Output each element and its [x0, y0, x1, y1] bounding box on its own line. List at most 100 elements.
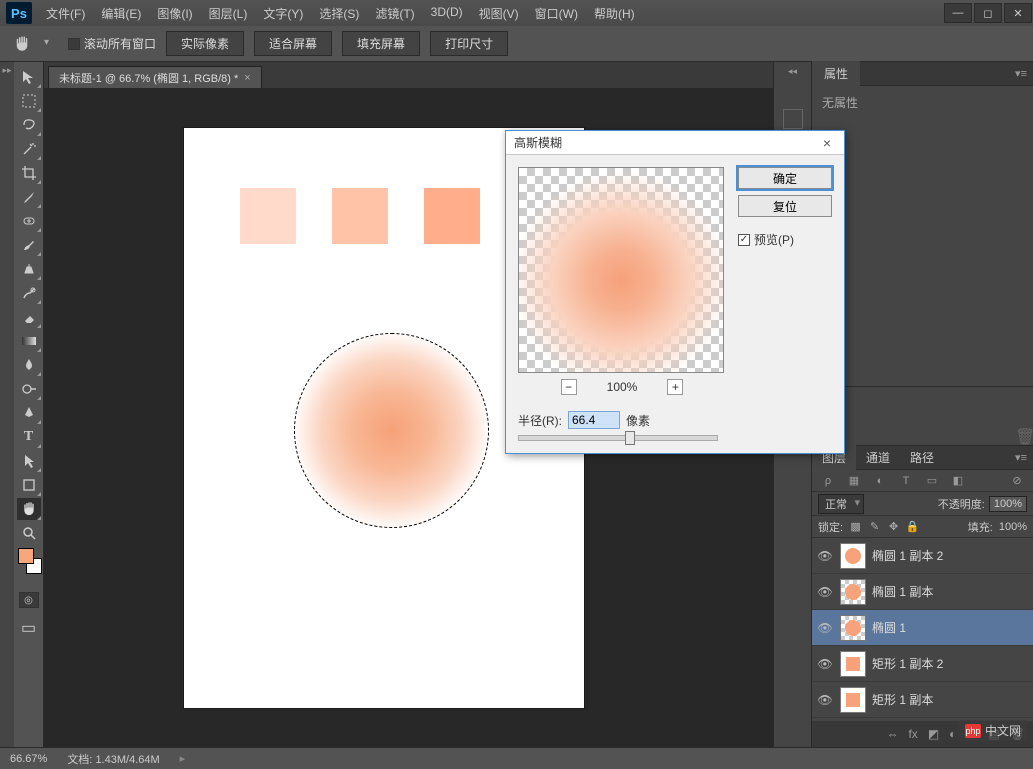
- layer-thumbnail[interactable]: [840, 579, 866, 605]
- scroll-all-windows-checkbox[interactable]: 滚动所有窗口: [68, 35, 156, 52]
- window-close[interactable]: ✕: [1004, 3, 1032, 23]
- slider-knob[interactable]: [625, 431, 635, 445]
- hand-tool-icon[interactable]: [10, 32, 34, 56]
- layer-thumbnail[interactable]: [840, 651, 866, 677]
- filter-adjust-icon[interactable]: ◐: [872, 475, 888, 487]
- ok-button[interactable]: 确定: [738, 167, 832, 189]
- layers-panel-menu-icon[interactable]: ▾≡: [1009, 447, 1033, 468]
- fit-screen-button[interactable]: 适合屏幕: [254, 31, 332, 56]
- mask-icon[interactable]: ◩: [928, 727, 939, 741]
- layer-name[interactable]: 椭圆 1 副本: [872, 583, 933, 600]
- zoom-tool[interactable]: [17, 522, 41, 544]
- layer-thumbnail[interactable]: [840, 543, 866, 569]
- layer-name[interactable]: 矩形 1 副本 2: [872, 655, 943, 672]
- menu-help[interactable]: 帮助(H): [586, 0, 643, 27]
- dialog-titlebar[interactable]: 高斯模糊 ×: [506, 131, 844, 155]
- dodge-tool[interactable]: [17, 378, 41, 400]
- foreground-color[interactable]: [18, 548, 34, 564]
- filter-type-icon[interactable]: T: [898, 475, 914, 487]
- toolbox-expand-icon[interactable]: ▸▸: [2, 65, 11, 77]
- lock-pixels-icon[interactable]: ✎: [868, 520, 881, 533]
- tool-preset-dropdown[interactable]: ▾: [44, 37, 58, 51]
- zoom-in-button[interactable]: +: [667, 379, 683, 395]
- menu-3d[interactable]: 3D(D): [423, 0, 471, 27]
- radius-input[interactable]: [568, 411, 620, 429]
- radius-slider[interactable]: [518, 435, 718, 441]
- filter-shape-icon[interactable]: ▭: [924, 474, 940, 487]
- menu-type[interactable]: 文字(Y): [255, 0, 311, 27]
- quick-mask-toggle[interactable]: ◎: [19, 592, 39, 608]
- status-menu-icon[interactable]: ▸: [180, 752, 186, 765]
- menu-image[interactable]: 图像(I): [149, 0, 200, 27]
- menu-layer[interactable]: 图层(L): [201, 0, 256, 27]
- layer-row[interactable]: 👁 椭圆 1 副本 2: [812, 538, 1033, 574]
- filter-kind-dropdown[interactable]: ρ: [820, 475, 836, 487]
- properties-panel-menu-icon[interactable]: ▾≡: [1009, 63, 1033, 84]
- gaussian-blur-dialog[interactable]: 高斯模糊 × − 100% + 半径(R): 像素 确定 复位: [505, 130, 845, 454]
- color-swatches[interactable]: [16, 552, 42, 578]
- print-size-button[interactable]: 打印尺寸: [430, 31, 508, 56]
- actual-pixels-button[interactable]: 实际像素: [166, 31, 244, 56]
- menu-window[interactable]: 窗口(W): [527, 0, 586, 27]
- tab-paths[interactable]: 路径: [900, 445, 944, 470]
- fx-icon[interactable]: fx: [908, 727, 917, 741]
- eraser-tool[interactable]: [17, 306, 41, 328]
- magic-wand-tool[interactable]: [17, 138, 41, 160]
- menu-edit[interactable]: 编辑(E): [93, 0, 149, 27]
- type-tool[interactable]: T: [17, 426, 41, 448]
- history-brush-tool[interactable]: [17, 282, 41, 304]
- menu-file[interactable]: 文件(F): [38, 0, 93, 27]
- layer-name[interactable]: 椭圆 1 副本 2: [872, 547, 943, 564]
- layer-row[interactable]: 👁 矩形 1 副本: [812, 682, 1033, 718]
- dialog-close-button[interactable]: ×: [818, 135, 836, 151]
- shape-tool[interactable]: [17, 474, 41, 496]
- visibility-toggle-icon[interactable]: 👁: [816, 585, 834, 599]
- clone-stamp-tool[interactable]: [17, 258, 41, 280]
- filter-smart-icon[interactable]: ◧: [950, 474, 966, 487]
- window-minimize[interactable]: —: [944, 3, 972, 23]
- layer-name[interactable]: 椭圆 1: [872, 619, 906, 636]
- eyedropper-tool[interactable]: [17, 186, 41, 208]
- menu-view[interactable]: 视图(V): [471, 0, 527, 27]
- path-selection-tool[interactable]: [17, 450, 41, 472]
- layer-row[interactable]: 👁 椭圆 1 副本: [812, 574, 1033, 610]
- lock-position-icon[interactable]: ✥: [887, 520, 900, 533]
- layers-list[interactable]: 👁 椭圆 1 副本 2 👁 椭圆 1 副本 👁 椭圆 1 👁 矩形 1 副本 2 👁 矩形 1 副…: [812, 538, 1033, 721]
- visibility-toggle-icon[interactable]: 👁: [816, 657, 834, 671]
- layer-thumbnail[interactable]: [840, 615, 866, 641]
- visibility-toggle-icon[interactable]: 👁: [816, 549, 834, 563]
- filter-toggle-icon[interactable]: ⊘: [1009, 474, 1025, 487]
- layer-row[interactable]: 👁 椭圆 1: [812, 610, 1033, 646]
- gradient-tool[interactable]: [17, 330, 41, 352]
- blend-mode-dropdown[interactable]: 正常: [818, 494, 864, 514]
- reset-button[interactable]: 复位: [738, 195, 832, 217]
- tab-channels[interactable]: 通道: [856, 445, 900, 470]
- visibility-toggle-icon[interactable]: 👁: [816, 693, 834, 707]
- window-maximize[interactable]: ◻: [974, 3, 1002, 23]
- visibility-toggle-icon[interactable]: 👁: [816, 621, 834, 635]
- menu-select[interactable]: 选择(S): [311, 0, 367, 27]
- dialog-preview[interactable]: [518, 167, 724, 373]
- healing-brush-tool[interactable]: [17, 210, 41, 232]
- hand-tool[interactable]: [17, 498, 41, 520]
- zoom-readout[interactable]: 66.67%: [10, 753, 47, 765]
- move-tool[interactable]: [17, 66, 41, 88]
- close-tab-icon[interactable]: ×: [244, 72, 250, 84]
- panel-strip-chevron-icon[interactable]: ◂◂: [788, 66, 797, 80]
- blur-tool[interactable]: [17, 354, 41, 376]
- opacity-value[interactable]: 100%: [989, 496, 1027, 512]
- crop-tool[interactable]: [17, 162, 41, 184]
- menu-filter[interactable]: 滤镜(T): [367, 0, 422, 27]
- zoom-out-button[interactable]: −: [561, 379, 577, 395]
- lock-transparent-icon[interactable]: ▩: [849, 520, 862, 533]
- trash-icon[interactable]: 🗑: [1015, 427, 1029, 441]
- filter-pixel-icon[interactable]: ▦: [846, 474, 862, 487]
- adjustment-icon[interactable]: ◐: [949, 727, 956, 741]
- layer-thumbnail[interactable]: [840, 687, 866, 713]
- lasso-tool[interactable]: [17, 114, 41, 136]
- brush-tool[interactable]: [17, 234, 41, 256]
- link-layers-icon[interactable]: ⇔: [886, 727, 898, 741]
- layer-name[interactable]: 矩形 1 副本: [872, 691, 933, 708]
- tab-properties[interactable]: 属性: [812, 61, 860, 86]
- pen-tool[interactable]: [17, 402, 41, 424]
